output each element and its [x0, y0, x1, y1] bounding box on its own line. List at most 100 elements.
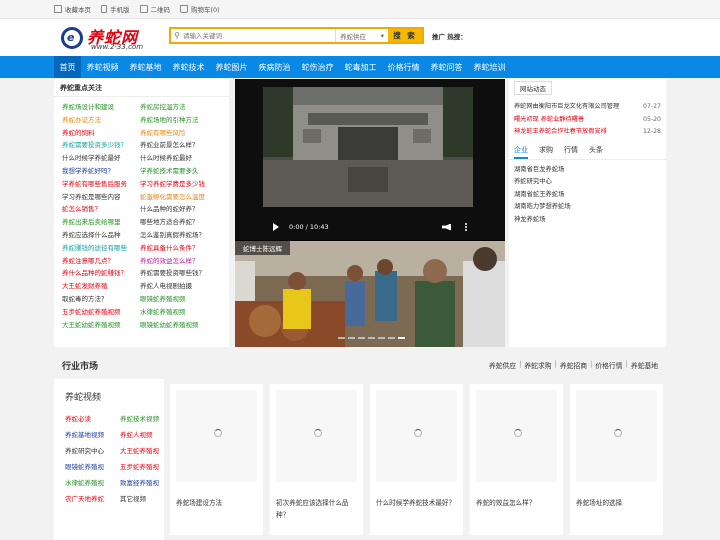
- bookmark-link[interactable]: 收藏本页: [54, 4, 91, 14]
- focus-link[interactable]: 养蛇房控温方法: [140, 101, 226, 114]
- info-tab[interactable]: 行情: [564, 145, 578, 157]
- nav-item[interactable]: 价格行情: [382, 56, 425, 78]
- focus-link[interactable]: 养什么品种的蛇赚钱？: [62, 267, 140, 280]
- focus-link[interactable]: 蛇蛋孵化需要怎么温度: [140, 191, 226, 204]
- video-category-link[interactable]: 农广天地养蛇: [65, 491, 120, 507]
- volume-icon[interactable]: [442, 223, 451, 231]
- nav-item[interactable]: 养蛇图片: [210, 56, 253, 78]
- focus-link[interactable]: 学养蛇有哪些售后服务: [62, 178, 140, 191]
- video-category-link[interactable]: 养蛇研究中心: [65, 443, 120, 459]
- focus-link[interactable]: 五步蛇幼蛇养殖视频: [62, 306, 140, 319]
- qrcode-link[interactable]: 二维码: [139, 4, 170, 14]
- photo-slideshow[interactable]: 蛇博士陈远辉: [235, 241, 505, 347]
- focus-link[interactable]: 养蛇需要投资哪些钱？: [140, 267, 226, 280]
- focus-link[interactable]: 哪些地方适合养蛇？: [140, 216, 226, 229]
- info-tab[interactable]: 求购: [539, 145, 553, 157]
- focus-link[interactable]: 学习养蛇是哪些内容: [62, 191, 140, 204]
- mobile-link[interactable]: 手机版: [101, 4, 130, 14]
- focus-link[interactable]: 养蛇具备什么条件？: [140, 242, 226, 255]
- nav-item[interactable]: 养蛇培训: [468, 56, 511, 78]
- search-input[interactable]: [183, 29, 335, 42]
- nav-item[interactable]: 疾病防治: [253, 56, 296, 78]
- site-logo[interactable]: e 养蛇网 www.2-33.com: [61, 24, 161, 52]
- focus-link[interactable]: 学养蛇技术需要多久: [140, 165, 226, 178]
- focus-link[interactable]: 养蛇场设计和建设: [62, 101, 140, 114]
- focus-link[interactable]: 养蛇办证方法: [62, 114, 140, 127]
- company-link[interactable]: 湖南省巨龙养蛇场: [514, 164, 661, 177]
- market-link[interactable]: 养蛇供应: [489, 360, 516, 370]
- focus-link[interactable]: 眼镜蛇养殖视频: [140, 293, 226, 306]
- slide-dot[interactable]: [338, 336, 345, 339]
- focus-link[interactable]: 大王蛇幼蛇养殖视频: [62, 319, 140, 332]
- focus-link[interactable]: 学习养蛇学费是多少钱: [140, 178, 226, 191]
- nav-item[interactable]: 养蛇基地: [124, 56, 167, 78]
- focus-link[interactable]: 什么品种的蛇好养？: [140, 203, 226, 216]
- info-tab[interactable]: 头条: [589, 145, 603, 157]
- slide-dot[interactable]: [388, 336, 395, 339]
- play-icon[interactable]: [273, 223, 279, 231]
- video-card[interactable]: 养蛇场建设方法: [170, 384, 263, 535]
- nav-item[interactable]: 蛇伤治疗: [296, 56, 339, 78]
- focus-link[interactable]: 养蛇的效益怎么样？: [140, 255, 226, 268]
- news-row[interactable]: 神龙蛇王养蛇合作社春节放假安排 12-28: [514, 126, 661, 139]
- video-player[interactable]: 0:00 / 10:43: [235, 79, 505, 240]
- news-row[interactable]: 养蛇网由衡阳市巨龙文化有限公司管理 07-27: [514, 101, 661, 114]
- focus-link[interactable]: 养蛇业前景怎么样？: [140, 139, 226, 152]
- video-category-link[interactable]: 养蛇必读: [65, 411, 120, 427]
- video-category-link[interactable]: 养蛇技术视频: [120, 411, 170, 427]
- market-link[interactable]: 价格行情: [595, 360, 622, 370]
- nav-item[interactable]: 首页: [54, 56, 81, 78]
- video-card[interactable]: 养蛇场址的选择: [570, 384, 663, 535]
- nav-item[interactable]: 蛇毒加工: [339, 56, 382, 78]
- slide-dot[interactable]: [358, 336, 365, 339]
- video-category-link[interactable]: 水律蛇养殖视: [65, 475, 120, 491]
- nav-item[interactable]: 养蛇技术: [167, 56, 210, 78]
- focus-link[interactable]: 养蛇场地的引种方法: [140, 114, 226, 127]
- video-card[interactable]: 什么时候学养蛇技术最好？: [370, 384, 463, 535]
- company-link[interactable]: 神龙养蛇场: [514, 214, 661, 227]
- company-link[interactable]: 湖南省蛇王养蛇场: [514, 189, 661, 202]
- company-link[interactable]: 湖南皓力梦想养蛇场: [514, 201, 661, 214]
- slide-dot[interactable]: [368, 336, 375, 339]
- focus-link[interactable]: 水律蛇养殖视频: [140, 306, 226, 319]
- search-button[interactable]: 搜 索: [388, 29, 422, 42]
- video-card[interactable]: 初次养蛇应该选择什么品种？: [270, 384, 363, 535]
- slide-dot[interactable]: [378, 336, 385, 339]
- nav-item[interactable]: 养蛇视频: [81, 56, 124, 78]
- focus-link[interactable]: 怎么鉴别真假养蛇场？: [140, 229, 226, 242]
- market-link[interactable]: 养蛇基地: [631, 360, 658, 370]
- video-category-link[interactable]: 养蛇基地视频: [65, 427, 120, 443]
- slide-dot[interactable]: [398, 336, 405, 339]
- focus-link[interactable]: 养蛇的饲料: [62, 127, 140, 140]
- focus-link[interactable]: 眼镜蛇幼蛇养殖视频: [140, 319, 226, 332]
- focus-link[interactable]: 大王蛇发财养殖: [62, 280, 140, 293]
- slide-dot[interactable]: [348, 336, 355, 339]
- focus-link[interactable]: 养蛇注意哪几点？: [62, 255, 140, 268]
- focus-link[interactable]: 养蛇应选择什么品种: [62, 229, 140, 242]
- video-card[interactable]: 养蛇的效益怎么样？: [470, 384, 563, 535]
- search-category-select[interactable]: 养蛇供应 ▾: [335, 29, 388, 42]
- news-row[interactable]: 曙光初现 养蛇业静待曙善 05-20: [514, 114, 661, 127]
- focus-link[interactable]: 蛇怎么销售？: [62, 203, 140, 216]
- video-category-link[interactable]: 其它视频: [120, 491, 170, 507]
- focus-link[interactable]: 取蛇毒的方法？: [62, 293, 140, 306]
- focus-link[interactable]: 什么时候养蛇最好: [140, 152, 226, 165]
- focus-link[interactable]: 养蛇人电视剧拍摄: [140, 280, 226, 293]
- company-link[interactable]: 养蛇研究中心: [514, 176, 661, 189]
- more-options-icon[interactable]: [465, 223, 467, 231]
- focus-link[interactable]: 养蛇需要投资多少钱？: [62, 139, 140, 152]
- video-category-link[interactable]: 致富经养殖视: [120, 475, 170, 491]
- focus-link[interactable]: 养蛇出来后卖给哪里: [62, 216, 140, 229]
- market-link[interactable]: 养蛇招商: [560, 360, 587, 370]
- cart-link[interactable]: 购物车(0): [180, 4, 220, 14]
- focus-link[interactable]: 养蛇赚钱的途径有哪些: [62, 242, 140, 255]
- video-category-link[interactable]: 五步蛇养殖视: [120, 459, 170, 475]
- focus-link[interactable]: 养蛇有哪些风险: [140, 127, 226, 140]
- info-tab[interactable]: 企业: [514, 145, 528, 159]
- video-category-link[interactable]: 大王蛇养殖视: [120, 443, 170, 459]
- focus-link[interactable]: 我想学养蛇好吗？: [62, 165, 140, 178]
- focus-link[interactable]: 什么时候学养蛇最好: [62, 152, 140, 165]
- video-category-link[interactable]: 眼镜蛇养殖视: [65, 459, 120, 475]
- market-link[interactable]: 养蛇求购: [524, 360, 551, 370]
- video-category-link[interactable]: 养蛇人视频: [120, 427, 170, 443]
